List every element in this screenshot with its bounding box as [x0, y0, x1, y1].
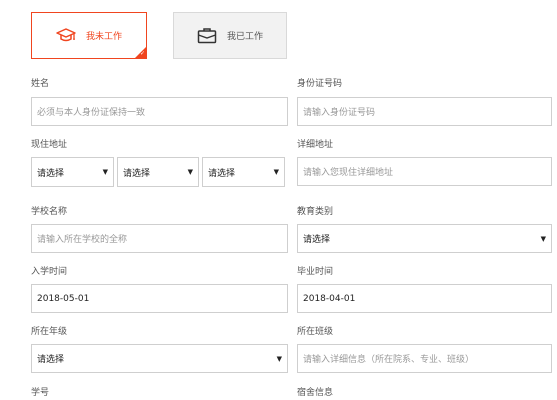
name-label: 姓名 — [31, 79, 50, 89]
detail-address-label: 详细地址 — [297, 140, 334, 150]
briefcase-icon — [197, 27, 217, 44]
enroll-date-value: 2018-05-01 — [37, 293, 90, 304]
current-address-label: 现住地址 — [31, 140, 68, 150]
tab-working-label: 我已工作 — [226, 32, 263, 42]
city-select[interactable]: 请选择 ▼ — [117, 157, 199, 187]
student-id-label: 学号 — [31, 388, 50, 398]
education-type-select[interactable]: 请选择 ▼ — [297, 224, 552, 253]
name-placeholder: 必须与本人身份证保持一致 — [37, 108, 146, 118]
education-type-label: 教育类别 — [297, 207, 334, 217]
graduation-cap-icon — [56, 27, 76, 45]
school-name-label: 学校名称 — [31, 207, 68, 217]
check-icon: ✓ — [139, 50, 145, 57]
grade-select-value: 请选择 — [37, 355, 65, 365]
triangle-down-icon: ▼ — [187, 168, 193, 176]
grade-label: 所在年级 — [31, 327, 68, 337]
tab-working[interactable]: 我已工作 — [173, 12, 287, 59]
enroll-date-input[interactable]: 2018-05-01 — [31, 284, 288, 313]
graduation-date-input[interactable]: 2018-04-01 — [297, 284, 552, 313]
triangle-down-icon: ▼ — [102, 168, 108, 176]
class-placeholder: 请输入详细信息（所在院系、专业、班级） — [303, 355, 475, 365]
id-number-label: 身份证号码 — [297, 79, 343, 89]
class-label: 所在班级 — [297, 327, 334, 337]
district-select[interactable]: 请选择 ▼ — [202, 157, 285, 187]
id-number-input[interactable]: 请输入身份证号码 — [297, 97, 552, 126]
class-input[interactable]: 请输入详细信息（所在院系、专业、班级） — [297, 344, 552, 373]
education-type-value: 请选择 — [303, 235, 331, 245]
province-select-value: 请选择 — [37, 168, 65, 179]
detail-address-placeholder: 请输入您现住详细地址 — [303, 168, 394, 178]
graduation-date-label: 毕业时间 — [297, 267, 334, 277]
enroll-date-label: 入学时间 — [31, 267, 68, 277]
city-select-value: 请选择 — [123, 168, 151, 179]
tab-not-working[interactable]: 我未工作 ✓ — [31, 12, 147, 59]
province-select[interactable]: 请选择 ▼ — [31, 157, 114, 187]
tab-not-working-label: 我未工作 — [85, 32, 122, 42]
triangle-down-icon: ▼ — [276, 354, 282, 363]
name-input[interactable]: 必须与本人身份证保持一致 — [31, 97, 288, 126]
triangle-down-icon: ▼ — [540, 234, 546, 243]
grade-select[interactable]: 请选择 ▼ — [31, 344, 288, 373]
dorm-label: 宿舍信息 — [297, 388, 334, 398]
district-select-value: 请选择 — [208, 168, 236, 179]
school-name-input[interactable]: 请输入所在学校的全称 — [31, 224, 288, 253]
triangle-down-icon: ▼ — [273, 168, 279, 176]
id-number-placeholder: 请输入身份证号码 — [303, 108, 376, 118]
graduation-date-value: 2018-04-01 — [303, 293, 356, 304]
detail-address-input[interactable]: 请输入您现住详细地址 — [297, 157, 552, 186]
school-name-placeholder: 请输入所在学校的全称 — [37, 235, 128, 245]
